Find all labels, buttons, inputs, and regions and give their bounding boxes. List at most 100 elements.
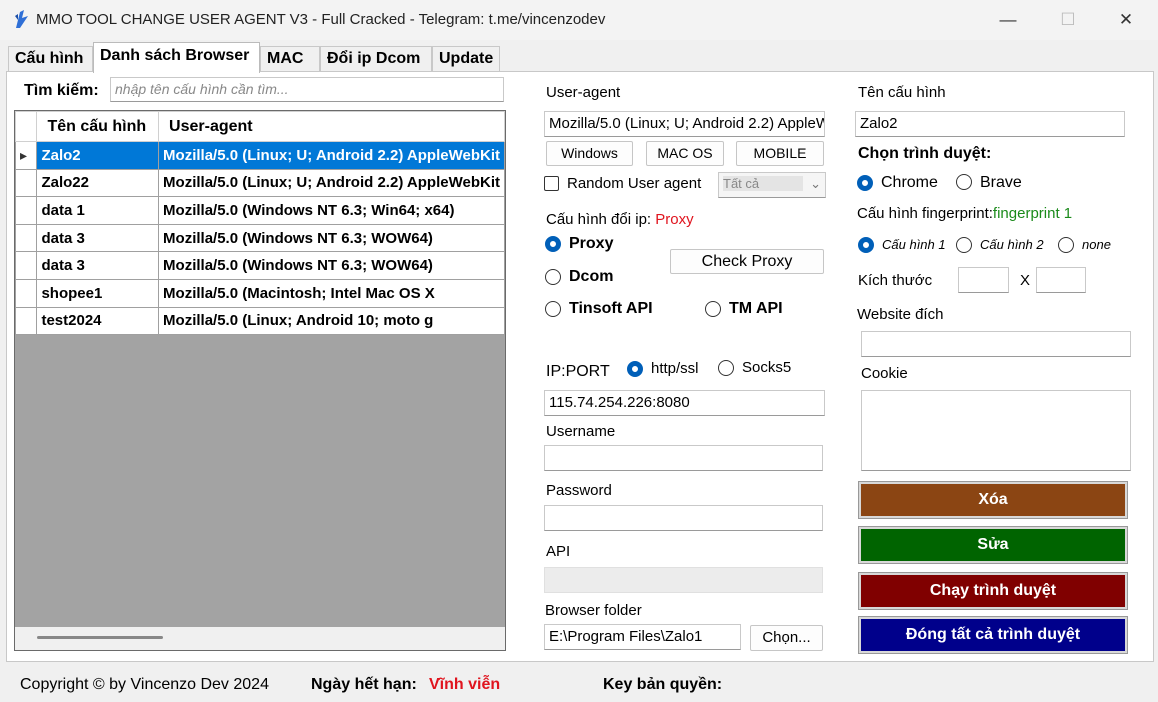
cell-user-agent[interactable]: Mozilla/5.0 (Linux; Android 10; moto g — [158, 306, 505, 336]
delete-button[interactable]: Xóa — [858, 481, 1128, 519]
app-logo-icon — [15, 10, 28, 28]
proxy-radio[interactable] — [545, 236, 561, 252]
windows-button[interactable]: Windows — [546, 141, 633, 166]
random-filter-value: Tất cả — [723, 176, 803, 191]
cookie-textarea[interactable] — [861, 390, 1131, 471]
table-row[interactable]: shopee1 Mozilla/5.0 (Macintosh; Intel Ma… — [15, 278, 505, 308]
socks5-label: Socks5 — [742, 359, 792, 376]
tm-api-radio[interactable] — [705, 301, 721, 317]
close-all-browsers-button[interactable]: Đóng tất cả trình duyệt — [858, 616, 1128, 654]
proxy-label: Proxy — [569, 235, 614, 252]
browser-choice-label: Chọn trình duyệt: — [858, 145, 992, 162]
browser-grid: Tên cấu hình User-agent ▸ Zalo2 Mozilla/… — [14, 110, 506, 651]
search-input[interactable]: nhập tên cấu hình cần tìm... — [110, 77, 504, 102]
tinsoft-api-radio[interactable] — [545, 301, 561, 317]
scrollbar-thumb[interactable] — [37, 636, 163, 639]
expiry-label: Ngày hết hạn: — [311, 676, 417, 693]
cell-user-agent[interactable]: Mozilla/5.0 (Windows NT 6.3; Win64; x64) — [158, 196, 505, 225]
copyright-text: Copyright © by Vincenzo Dev 2024 — [20, 676, 269, 693]
ip-config-value: Proxy — [655, 211, 694, 228]
user-agent-label: User-agent — [546, 84, 621, 101]
fingerprint-none-label: none — [1082, 237, 1111, 252]
username-label: Username — [546, 423, 616, 440]
table-row[interactable]: data 1 Mozilla/5.0 (Windows NT 6.3; Win6… — [15, 196, 505, 225]
table-row[interactable]: test2024 Mozilla/5.0 (Linux; Android 10;… — [15, 306, 505, 336]
cell-name[interactable]: Zalo2 — [36, 141, 160, 170]
check-proxy-button[interactable]: Check Proxy — [670, 249, 824, 274]
table-row[interactable]: data 3 Mozilla/5.0 (Windows NT 6.3; WOW6… — [15, 223, 505, 253]
table-row[interactable]: ▸ Zalo2 Mozilla/5.0 (Linux; U; Android 2… — [15, 141, 505, 170]
license-key-label: Key bản quyền: — [603, 676, 723, 693]
random-user-agent-label: Random User agent — [567, 175, 702, 192]
password-label: Password — [546, 482, 612, 499]
cell-user-agent[interactable]: Mozilla/5.0 (Windows NT 6.3; WOW64) — [158, 223, 505, 253]
tab-doi-ip-dcom[interactable]: Đổi ip Dcom — [320, 46, 432, 72]
website-input[interactable] — [861, 331, 1131, 357]
http-ssl-radio[interactable] — [627, 361, 643, 377]
cell-name[interactable]: Zalo22 — [36, 168, 160, 198]
status-bar: Copyright © by Vincenzo Dev 2024 Ngày hế… — [0, 663, 1158, 702]
api-label: API — [546, 543, 571, 560]
browser-table: Tên cấu hình User-agent ▸ Zalo2 Mozilla/… — [15, 111, 505, 336]
table-row[interactable]: Zalo22 Mozilla/5.0 (Linux; U; Android 2.… — [15, 168, 505, 198]
fingerprint-label-text: Cấu hình fingerprint: — [857, 205, 993, 222]
cell-user-agent[interactable]: Mozilla/5.0 (Macintosh; Intel Mac OS X — [158, 278, 505, 308]
cell-user-agent[interactable]: Mozilla/5.0 (Linux; U; Android 2.2) Appl… — [158, 168, 505, 198]
fingerprint-2-radio[interactable] — [956, 237, 972, 253]
minimize-button[interactable]: — — [985, 6, 1031, 34]
window-title: MMO TOOL CHANGE USER AGENT V3 - Full Cra… — [36, 11, 606, 28]
mobile-button[interactable]: MOBILE — [736, 141, 824, 166]
cell-name[interactable]: data 3 — [36, 223, 160, 253]
run-browser-button[interactable]: Chạy trình duyệt — [858, 572, 1128, 610]
browser-folder-input[interactable]: E:\Program Files\Zalo1 — [544, 624, 741, 650]
size-x-label: X — [1020, 272, 1031, 289]
config-name-label: Tên cấu hình — [858, 84, 946, 101]
tab-update[interactable]: Update — [432, 46, 500, 72]
ip-port-input[interactable]: 115.74.254.226:8080 — [544, 390, 825, 416]
maximize-button[interactable]: ☐ — [1045, 6, 1091, 34]
password-input[interactable] — [544, 505, 823, 531]
brave-label: Brave — [980, 174, 1022, 191]
column-header-user-agent[interactable]: User-agent — [158, 111, 505, 142]
table-row[interactable]: data 3 Mozilla/5.0 (Windows NT 6.3; WOW6… — [15, 251, 505, 280]
height-input[interactable] — [1036, 267, 1086, 293]
close-button[interactable]: ✕ — [1103, 6, 1149, 34]
tab-cau-hinh[interactable]: Cấu hình — [8, 46, 93, 72]
cell-name[interactable]: shopee1 — [36, 278, 160, 308]
username-input[interactable] — [544, 445, 823, 471]
fingerprint-label: Cấu hình fingerprint:fingerprint 1 — [857, 205, 1072, 222]
chevron-down-icon: ⌄ — [810, 176, 821, 191]
fingerprint-none-radio[interactable] — [1058, 237, 1074, 253]
tab-mac[interactable]: MAC — [260, 46, 320, 72]
macos-button[interactable]: MAC OS — [646, 141, 724, 166]
choose-folder-button[interactable]: Chọn... — [750, 625, 823, 651]
row-header-corner — [15, 111, 38, 142]
cell-user-agent[interactable]: Mozilla/5.0 (Windows NT 6.3; WOW64) — [158, 251, 505, 280]
fingerprint-1-radio[interactable] — [858, 237, 874, 253]
column-header-name[interactable]: Tên cấu hình — [36, 111, 160, 142]
cell-name[interactable]: test2024 — [36, 306, 160, 336]
browser-folder-label: Browser folder — [545, 602, 642, 619]
chrome-radio[interactable] — [857, 175, 873, 191]
edit-button[interactable]: Sửa — [858, 526, 1128, 564]
cell-user-agent[interactable]: Mozilla/5.0 (Linux; U; Android 2.2) Appl… — [158, 141, 505, 170]
random-user-agent-checkbox[interactable] — [544, 176, 559, 191]
row-header — [15, 168, 38, 198]
row-header — [15, 278, 38, 308]
tab-danh-sach-browser[interactable]: Danh sách Browser — [93, 42, 260, 73]
dcom-radio[interactable] — [545, 269, 561, 285]
ip-port-label: IP:PORT — [546, 363, 610, 380]
cell-name[interactable]: data 3 — [36, 251, 160, 280]
user-agent-input[interactable]: Mozilla/5.0 (Linux; U; Android 2.2) Appl… — [544, 111, 825, 137]
horizontal-scrollbar[interactable] — [15, 627, 505, 650]
row-header — [15, 251, 38, 280]
title-bar: MMO TOOL CHANGE USER AGENT V3 - Full Cra… — [0, 0, 1158, 40]
config-name-input[interactable]: Zalo2 — [855, 111, 1125, 137]
width-input[interactable] — [958, 267, 1009, 293]
api-input[interactable] — [544, 567, 823, 593]
cell-name[interactable]: data 1 — [36, 196, 160, 225]
random-filter-select[interactable]: Tất cả ⌄ — [718, 172, 826, 198]
ip-config-label: Cấu hình đổi ip: Proxy — [546, 211, 694, 228]
socks5-radio[interactable] — [718, 360, 734, 376]
brave-radio[interactable] — [956, 174, 972, 190]
